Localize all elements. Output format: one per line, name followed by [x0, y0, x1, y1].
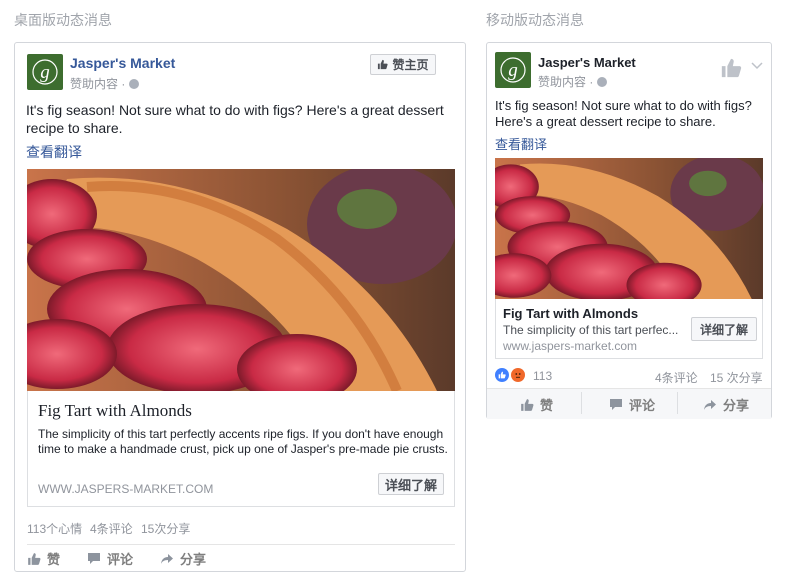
desktop-post-card: g Jasper's Market 赞助内容 · 赞主页 It's fig se…: [14, 42, 466, 572]
like-label: 赞: [47, 552, 61, 567]
logo-g-icon: g: [32, 59, 58, 85]
page-name-link[interactable]: Jasper's Market: [538, 55, 636, 70]
share-label: 分享: [723, 398, 750, 413]
ad-description: The simplicity of this tart perfec...: [503, 323, 679, 337]
shares-count[interactable]: 15 次分享: [710, 369, 763, 386]
comment-label: 评论: [107, 552, 134, 567]
share-icon: [161, 553, 173, 564]
angry-reaction-icon: [511, 368, 525, 382]
learn-more-button[interactable]: 详细了解: [691, 317, 757, 341]
ad-link-box[interactable]: Fig Tart with Almonds The simplicity of …: [495, 299, 763, 359]
ad-url: www.jaspers-market.com: [503, 339, 638, 353]
share-icon: [704, 399, 716, 410]
ad-url: WWW.JASPERS-MARKET.COM: [38, 482, 214, 496]
like-label: 赞: [540, 398, 554, 413]
like-page-button[interactable]: 赞主页: [370, 54, 436, 75]
post-text: It's fig season! Not sure what to do wit…: [495, 98, 752, 129]
ad-description: The simplicity of this tart perfectly ac…: [38, 427, 448, 456]
fig-tart-image: [27, 169, 455, 391]
ad-link-box[interactable]: Fig Tart with Almonds The simplicity of …: [27, 391, 455, 507]
sponsored-label: 赞助内容 ·: [538, 73, 608, 90]
like-page-label: 赞主页: [392, 58, 429, 72]
learn-more-button[interactable]: 详细了解: [378, 473, 444, 495]
reactions-count[interactable]: 113个心情: [27, 520, 82, 537]
page-logo[interactable]: g: [495, 52, 531, 88]
globe-icon: [597, 76, 608, 87]
svg-text:g: g: [40, 62, 50, 83]
mobile-post-card: g Jasper's Market 赞助内容 · It's fig season…: [486, 42, 772, 419]
like-page-icon[interactable]: [720, 57, 742, 84]
shares-count[interactable]: 15次分享: [141, 520, 190, 537]
ad-title[interactable]: Fig Tart with Almonds: [38, 401, 192, 421]
see-translation-link[interactable]: 查看翻译: [495, 134, 547, 153]
comment-icon: [610, 399, 622, 410]
ad-image[interactable]: [27, 169, 455, 391]
actions-divider: [27, 544, 455, 545]
comment-icon: [88, 553, 100, 564]
chevron-down-icon[interactable]: [751, 57, 763, 75]
mobile-section-label: 移动版动态消息: [486, 12, 584, 28]
comments-count[interactable]: 4条评论: [90, 520, 133, 537]
post-text: It's fig season! Not sure what to do wit…: [26, 102, 444, 136]
thumbs-up-icon: [378, 59, 389, 70]
reaction-icons[interactable]: [495, 368, 525, 382]
reactions-count[interactable]: 113: [533, 369, 552, 383]
comment-button[interactable]: 评论: [609, 395, 655, 414]
share-label: 分享: [180, 552, 207, 567]
page-logo[interactable]: g: [27, 54, 63, 90]
globe-icon: [129, 78, 140, 89]
like-icon: [521, 398, 534, 411]
page-name-link[interactable]: Jasper's Market: [70, 55, 175, 71]
ad-title[interactable]: Fig Tart with Almonds: [503, 306, 638, 321]
desktop-section-label: 桌面版动态消息: [14, 12, 112, 28]
action-separator: [677, 392, 678, 414]
svg-text:g: g: [508, 60, 518, 81]
comment-label: 评论: [629, 398, 656, 413]
comments-count[interactable]: 4条评论: [655, 369, 698, 386]
like-button[interactable]: 赞: [27, 549, 60, 568]
sponsored-label: 赞助内容 ·: [70, 75, 140, 92]
share-button[interactable]: 分享: [703, 395, 749, 414]
share-button[interactable]: 分享: [160, 549, 206, 568]
action-separator: [581, 392, 582, 414]
like-reaction-icon: [495, 368, 509, 382]
comment-button[interactable]: 评论: [87, 549, 133, 568]
logo-g-icon: g: [500, 57, 526, 83]
ad-image[interactable]: [495, 158, 763, 299]
see-translation-link[interactable]: 查看翻译: [26, 142, 82, 162]
like-button[interactable]: 赞: [520, 395, 553, 414]
like-icon: [28, 552, 41, 565]
fig-tart-image: [495, 158, 763, 299]
sponsored-text: 赞助内容 ·: [538, 75, 594, 89]
sponsored-text: 赞助内容 ·: [70, 77, 126, 91]
